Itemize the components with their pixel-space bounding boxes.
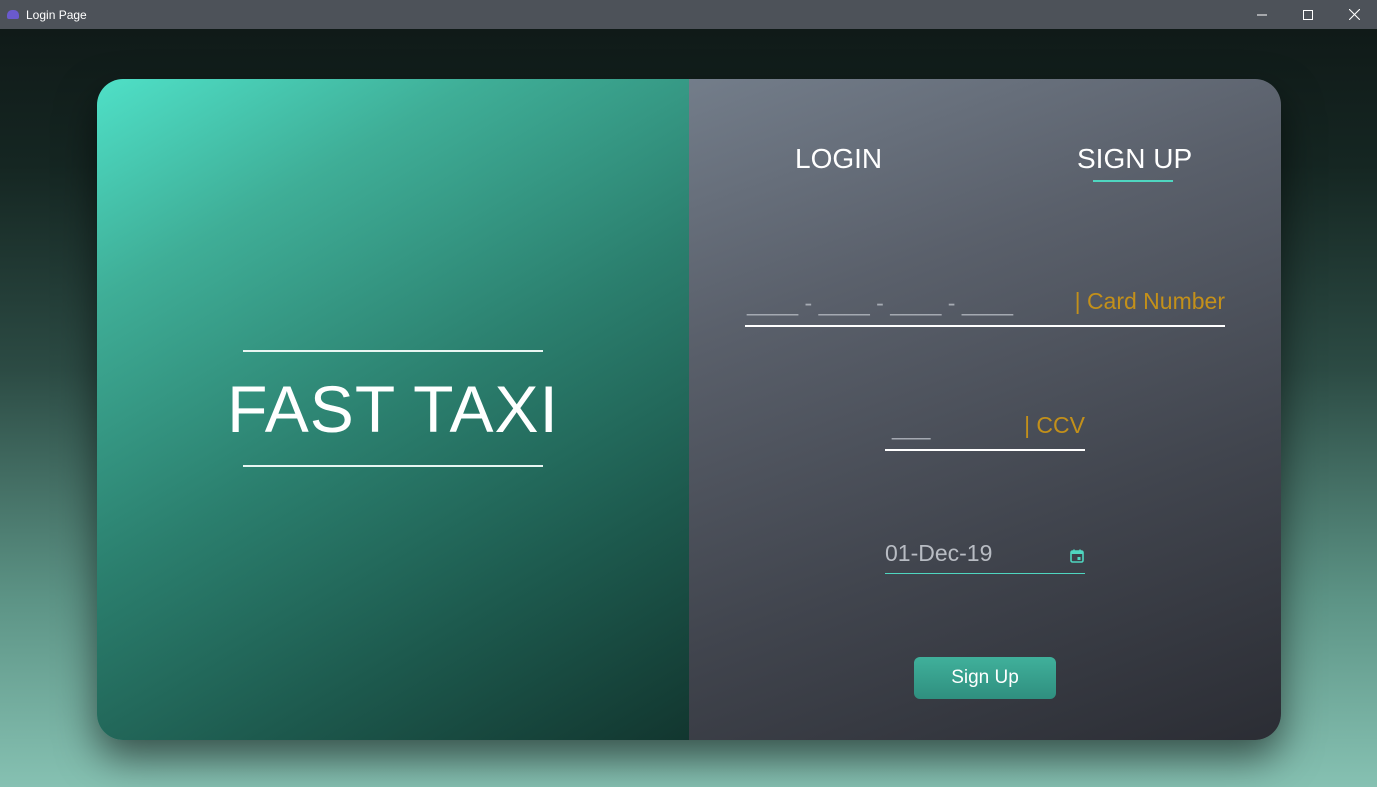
close-icon [1348,9,1360,20]
login-card: FAST TAXI LOGIN SIGN UP ____ - ____ - __… [97,79,1281,740]
brand-title: FAST TAXI [227,372,559,446]
ccv-hint: | CCV [1024,412,1085,438]
minimize-button[interactable] [1239,0,1285,29]
brand-divider-bottom [243,465,543,467]
ccv-field[interactable]: ___ | CCV [885,409,1085,451]
window-background: FAST TAXI LOGIN SIGN UP ____ - ____ - __… [0,29,1377,787]
date-value: 01-Dec-19 [885,540,993,566]
window-controls [1239,0,1377,29]
maximize-icon [1303,9,1313,20]
calendar-icon[interactable] [1070,549,1084,563]
tab-signup[interactable]: SIGN UP [1077,143,1192,175]
active-tab-indicator [1093,180,1173,182]
window-titlebar: Login Page [0,0,1377,29]
card-number-hint: | Card Number [1074,288,1225,314]
card-number-field[interactable]: ____ - ____ - ____ - ____ | Card Number [745,285,1225,327]
minimize-icon [1257,14,1267,15]
brand-panel: FAST TAXI [97,79,689,740]
tab-login[interactable]: LOGIN [795,143,882,175]
window-title: Login Page [26,7,87,22]
close-button[interactable] [1331,0,1377,29]
maximize-button[interactable] [1285,0,1331,29]
app-icon [6,9,20,21]
sign-up-button[interactable]: Sign Up [914,657,1056,699]
card-number-mask: ____ - ____ - ____ - ____ [747,290,1013,316]
brand-divider-top [243,350,543,352]
date-picker-field[interactable]: 01-Dec-19 [885,539,1085,574]
form-panel: LOGIN SIGN UP ____ - ____ - ____ - ____ … [689,79,1281,740]
ccv-mask: ___ [892,414,931,440]
